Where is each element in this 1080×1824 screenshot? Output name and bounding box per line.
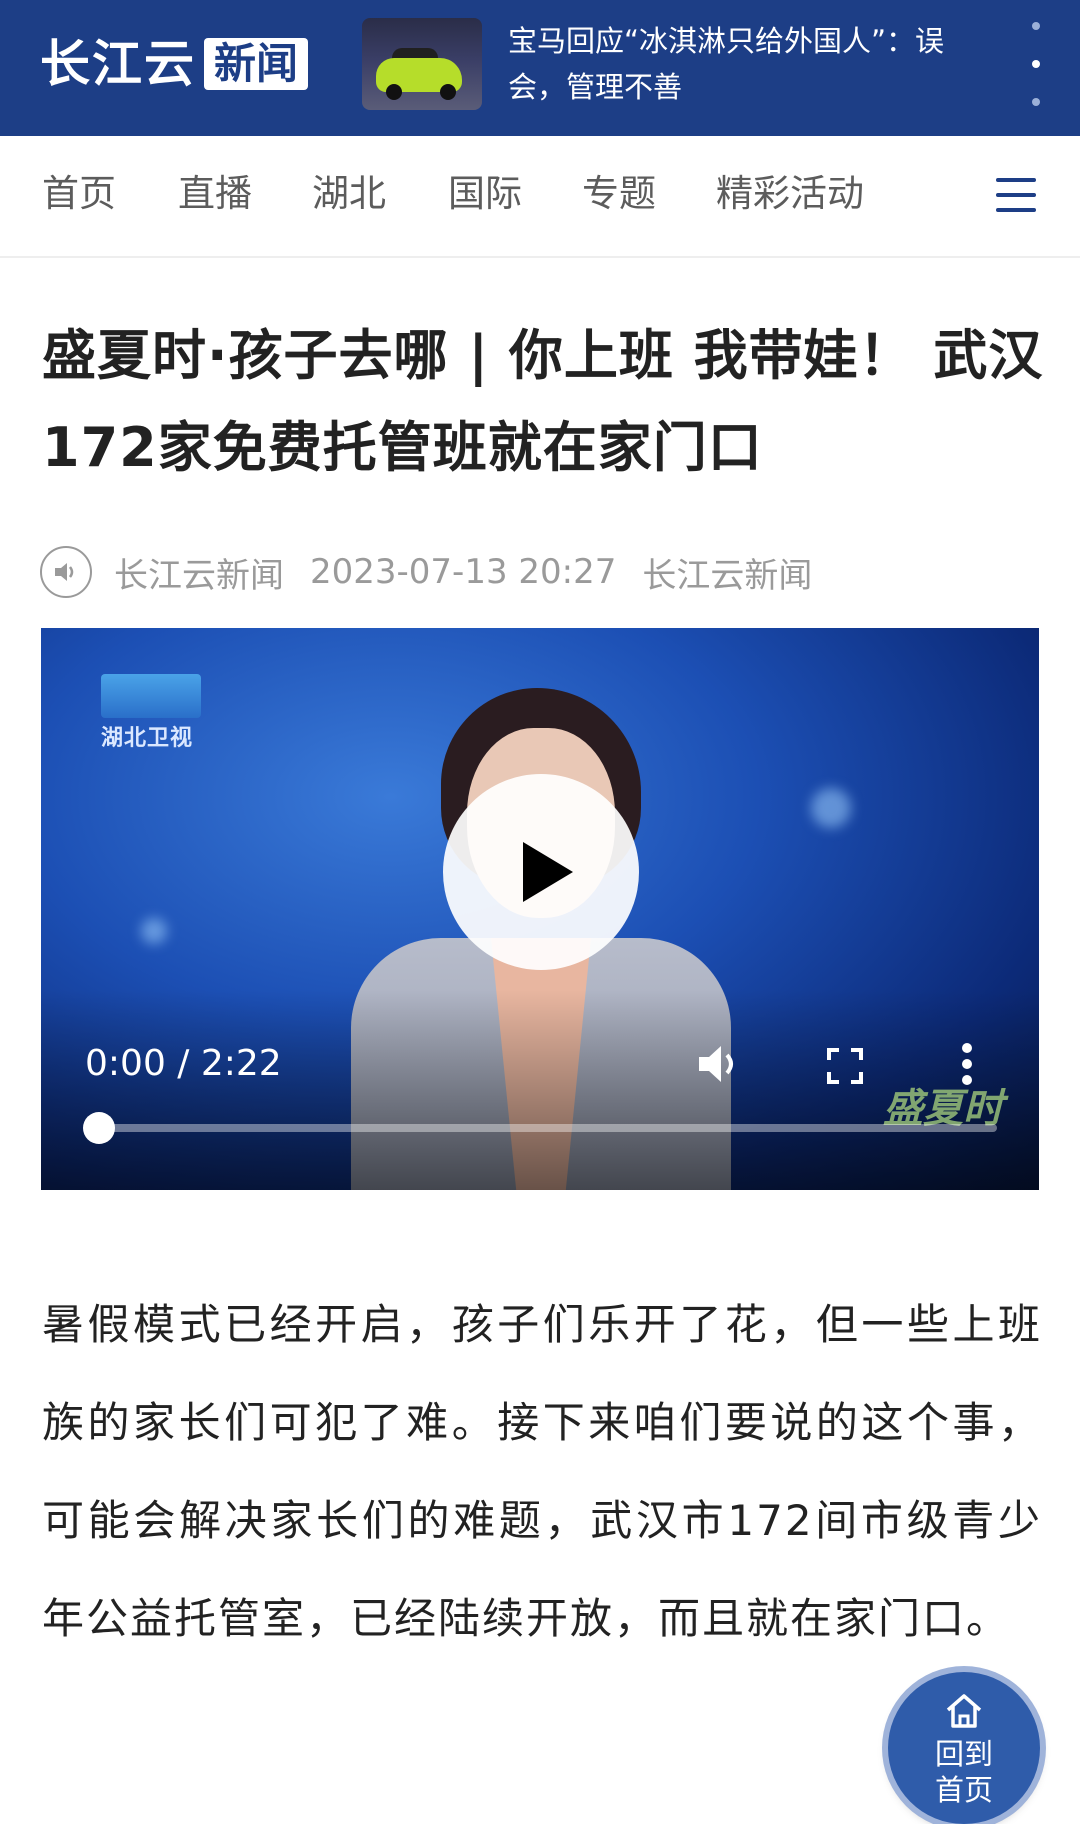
menu-line (996, 178, 1036, 182)
logo-text: 长江云 (40, 35, 196, 93)
menu-dot (1032, 98, 1040, 106)
headline-link[interactable]: 宝马回应“冰淇淋只给外国人”：误会，管理不善 (508, 18, 998, 110)
nav-tab-international[interactable]: 国际 (448, 172, 522, 216)
play-icon (523, 842, 573, 902)
article-meta: 长江云新闻 2023-07-13 20:27 长江云新闻 (40, 544, 812, 600)
nav-tab-events[interactable]: 精彩活动 (716, 172, 864, 216)
article-body: 暑假模式已经开启，孩子们乐开了花，但一些上班族的家长们可犯了难。接下来咱们要说的… (42, 1300, 1042, 1643)
top-banner: 长江云 新闻 宝马回应“冰淇淋只给外国人”：误会，管理不善 (0, 0, 1080, 136)
volume-icon[interactable] (695, 1040, 743, 1092)
station-logo: 湖北卫视 (101, 674, 207, 752)
speaker-icon[interactable] (40, 546, 92, 598)
progress-handle[interactable] (83, 1112, 115, 1144)
hamburger-menu-icon[interactable] (996, 178, 1036, 212)
car-wheel (440, 84, 456, 100)
menu-line (996, 208, 1036, 212)
background-light (141, 918, 167, 944)
home-label-line1: 回到 (934, 1737, 993, 1771)
nav-tab-home[interactable]: 首页 (42, 172, 116, 216)
video-progress-bar[interactable] (83, 1112, 997, 1144)
nav-tab-live[interactable]: 直播 (178, 172, 252, 216)
nav-tab-hubei[interactable]: 湖北 (312, 172, 386, 216)
home-label-line2: 首页 (934, 1773, 993, 1807)
fullscreen-icon[interactable] (825, 1046, 865, 1090)
station-badge (101, 674, 201, 718)
video-time: 0:00 / 2:22 (85, 1043, 282, 1084)
background-light (811, 788, 851, 828)
nav-tab-special[interactable]: 专题 (582, 172, 656, 216)
channel-nav: 首页 直播 湖北 国际 专题 精彩活动 (0, 136, 1080, 258)
publish-time: 2023-07-13 20:27 (310, 552, 617, 592)
play-button[interactable] (443, 774, 639, 970)
more-vertical-icon[interactable] (1030, 22, 1042, 106)
video-more-icon[interactable] (961, 1042, 973, 1090)
logo-box-text: 新闻 (204, 38, 309, 90)
station-name: 湖北卫视 (101, 726, 194, 751)
home-icon (946, 1694, 982, 1728)
car-wheel (386, 84, 402, 100)
menu-dot (1032, 22, 1040, 30)
article-title: 盛夏时·孩子去哪 | 你上班 我带娃！ 武汉172家免费托管班就在家门口 (42, 324, 1044, 479)
author-name: 长江云新闻 (642, 555, 813, 596)
menu-line (996, 193, 1036, 197)
headline-thumbnail[interactable] (362, 18, 482, 110)
source-name: 长江云新闻 (114, 555, 284, 596)
menu-dot (1032, 60, 1040, 68)
home-button-label: 回到 首页 (888, 1736, 1040, 1808)
app-logo[interactable]: 长江云 新闻 (40, 35, 309, 93)
video-player[interactable]: 湖北卫视 盛夏时 0:00 / 2:22 (41, 628, 1039, 1190)
back-to-home-button[interactable]: 回到 首页 (888, 1672, 1040, 1824)
